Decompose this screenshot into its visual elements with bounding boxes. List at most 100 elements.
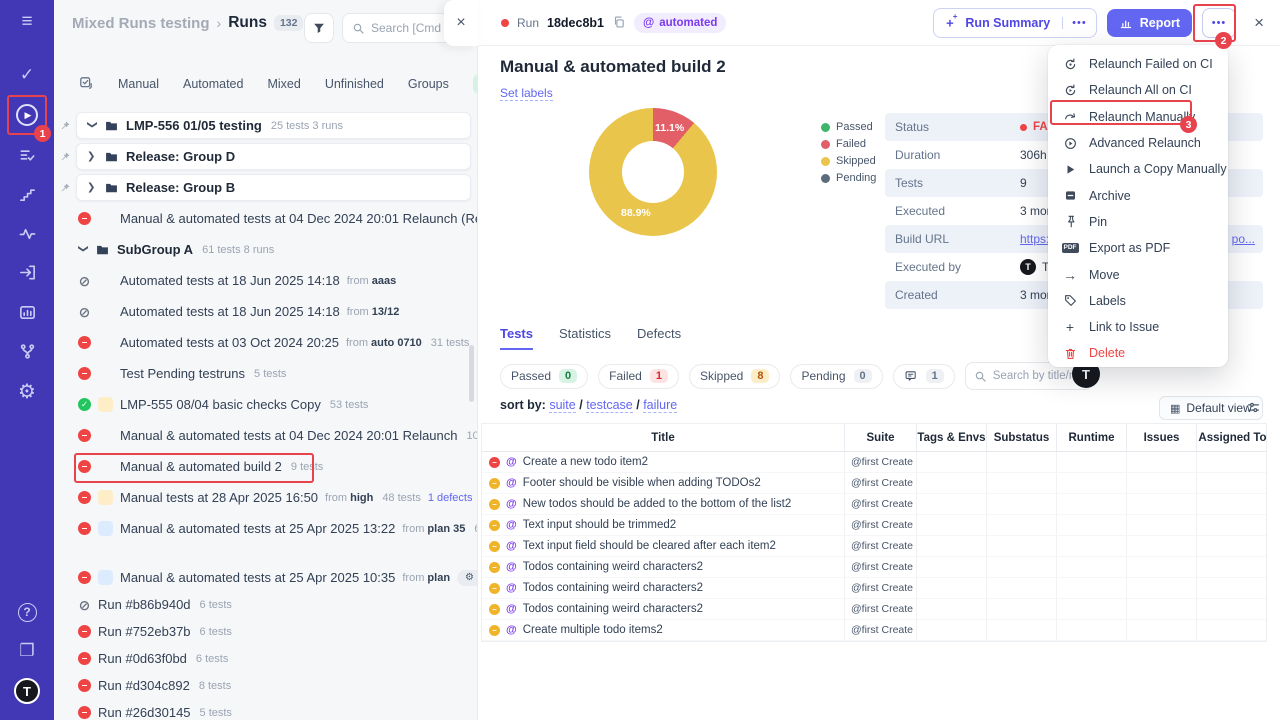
run-summary-more-button[interactable]: ••• [1062,17,1096,29]
pill-skipped[interactable]: Skipped8 [689,364,781,389]
filter-tab-mixed[interactable]: Mixed [267,77,300,91]
run-list-item[interactable]: SubGroup A 61 tests 8 runs [76,236,471,263]
col-tags-envs[interactable]: Tags & Envs [917,424,987,451]
test-row[interactable]: @ Create multiple todo items2 @first Cre… [482,620,1266,641]
user-avatar[interactable]: T [14,678,40,704]
select-all-icon[interactable] [78,75,94,94]
chevron-icon[interactable] [87,121,98,131]
sort-by-suite-link[interactable]: suite [549,398,575,413]
breadcrumb-project[interactable]: Mixed Runs testing [72,15,210,32]
menu-item-pin[interactable]: Pin [1048,209,1228,235]
run-list-item[interactable]: Automated tests at 03 Oct 2024 20:25 fro… [76,329,477,356]
chevron-icon[interactable] [78,245,89,255]
run-list-item[interactable]: LMP-555 08/04 basic checks Copy 53 tests [76,391,477,418]
tab-tests[interactable]: Tests [500,326,533,350]
pill-failed[interactable]: Failed1 [598,364,679,389]
import-icon[interactable] [15,260,39,284]
menu-item-advanced-relaunch[interactable]: Advanced Relaunch [1048,130,1228,156]
menu-item-export-pdf[interactable]: PDFExport as PDF [1048,235,1228,261]
run-list-item[interactable]: Run #752eb37b 6 tests [76,618,477,645]
filter-tab-automated[interactable]: Automated [183,77,243,91]
menu-item-relaunch-manually[interactable]: Relaunch Manually [1048,104,1228,130]
set-labels-link[interactable]: Set labels [500,86,553,101]
run-list-item[interactable]: Manual & automated tests at 04 Dec 2024 … [76,205,477,232]
panel-close-icon[interactable]: × [1254,13,1264,33]
projects-folder-icon[interactable]: ❐ [15,639,39,663]
menu-item-move[interactable]: →Move [1048,261,1228,287]
column-settings-icon[interactable] [1246,400,1261,418]
run-list-item[interactable]: Automated tests at 18 Jun 2025 14:18 fro… [76,267,477,294]
run-list-item[interactable]: Manual & automated tests at 25 Apr 2025 … [76,564,477,591]
run-list-item[interactable]: Manual & automated tests at 25 Apr 2025 … [76,515,477,542]
comments-pill[interactable]: 1 [893,364,955,389]
run-list-item[interactable]: Run #26d30145 5 tests [76,699,477,720]
test-assigned-to [1197,599,1268,619]
run-list-item[interactable]: Manual & automated build 2 9 tests [76,453,477,480]
chevron-icon[interactable] [87,182,97,193]
col-substatus[interactable]: Substatus [987,424,1057,451]
filter-tab-manual[interactable]: Manual [118,77,159,91]
test-plans-icon[interactable] [15,143,39,167]
tab-defects[interactable]: Defects [637,326,681,350]
test-suite: @first Create ... [845,620,917,640]
pulse-activity-icon[interactable] [15,221,39,245]
test-row[interactable]: @ Create a new todo item2 @first Create … [482,452,1266,473]
breadcrumb-section[interactable]: Runs [228,14,267,32]
copy-icon[interactable] [612,15,626,32]
run-list-item[interactable]: Release: Group D [76,143,471,170]
run-list-row: Manual & automated tests at 25 Apr 2025 … [76,564,477,591]
test-row[interactable]: @ Todos containing weird characters2 @fi… [482,578,1266,599]
sort-by-testcase-link[interactable]: testcase [586,398,633,413]
branch-icon[interactable] [15,339,39,363]
menu-item-launch-copy[interactable]: Launch a Copy Manually [1048,156,1228,182]
menu-item-relaunch-failed-ci[interactable]: Relaunch Failed on CI [1048,51,1228,77]
chevron-icon[interactable] [87,151,97,162]
test-row[interactable]: @ Footer should be visible when adding T… [482,473,1266,494]
run-list-item[interactable]: Manual tests at 28 Apr 2025 16:50 from h… [76,484,477,511]
test-row[interactable]: @ Todos containing weird characters2 @fi… [482,557,1266,578]
run-summary-button[interactable]: ++ Run Summary [934,15,1062,30]
milestones-steps-icon[interactable] [15,182,39,206]
detail-close-button[interactable]: × [444,0,478,46]
filter-tab-unfinished[interactable]: Unfinished [325,77,384,91]
tab-statistics[interactable]: Statistics [559,326,611,350]
menu-item-archive[interactable]: Archive [1048,182,1228,208]
menu-item-delete[interactable]: Delete [1048,340,1228,366]
test-row[interactable]: @ New todos should be added to the botto… [482,494,1266,515]
menu-item-relaunch-all-ci[interactable]: Relaunch All on CI [1048,77,1228,103]
run-list-item[interactable]: Test Pending testruns 5 tests [76,360,477,387]
col-issues[interactable]: Issues [1127,424,1197,451]
pill-passed[interactable]: Passed0 [500,364,588,389]
run-defects-link[interactable]: 1 defects [428,492,473,504]
filter-funnel-button[interactable] [304,13,334,43]
run-list-item[interactable]: Run #0d63f0bd 6 tests [76,645,477,672]
run-list-item[interactable]: Run #b86b940d 6 tests [76,591,477,618]
test-row[interactable]: @ Text input field should be cleared aft… [482,536,1266,557]
build-url-link-end[interactable]: po... [1232,232,1255,246]
filter-tab-groups[interactable]: Groups [408,77,449,91]
col-suite[interactable]: Suite [845,424,917,451]
col-runtime[interactable]: Runtime [1057,424,1127,451]
run-list-item[interactable]: Automated tests at 18 Jun 2025 14:18 fro… [76,298,477,325]
list-scrollbar-thumb[interactable] [469,345,474,402]
pill-pending[interactable]: Pending0 [790,364,882,389]
run-list-item[interactable]: LMP-556 01/05 testing 25 tests 3 runs [76,112,471,139]
run-list-item[interactable]: Release: Group B [76,174,471,201]
run-more-actions-button[interactable]: ••• [1202,8,1236,38]
runs-play-icon[interactable]: ▶ [15,103,39,127]
col-assigned-to[interactable]: Assigned To [1197,424,1268,451]
hamburger-menu-icon[interactable]: ≡ [15,10,39,34]
test-row[interactable]: @ Text input should be trimmed2 @first C… [482,515,1266,536]
settings-gear-icon[interactable]: ⚙ [15,379,39,403]
menu-item-link-to-issue[interactable]: +Link to Issue [1048,314,1228,340]
run-list-item[interactable]: Run #d304c892 8 tests [76,672,477,699]
col-title[interactable]: Title [482,424,845,451]
run-list-item[interactable]: Manual & automated tests at 04 Dec 2024 … [76,422,477,449]
test-row[interactable]: @ Todos containing weird characters2 @fi… [482,599,1266,620]
sort-by-failure-link[interactable]: failure [643,398,677,413]
tests-check-icon[interactable]: ✓ [15,63,39,87]
analytics-report-icon[interactable] [15,300,39,324]
report-button[interactable]: Report [1107,9,1192,37]
help-icon[interactable]: ? [15,600,39,624]
menu-item-labels[interactable]: Labels [1048,288,1228,314]
